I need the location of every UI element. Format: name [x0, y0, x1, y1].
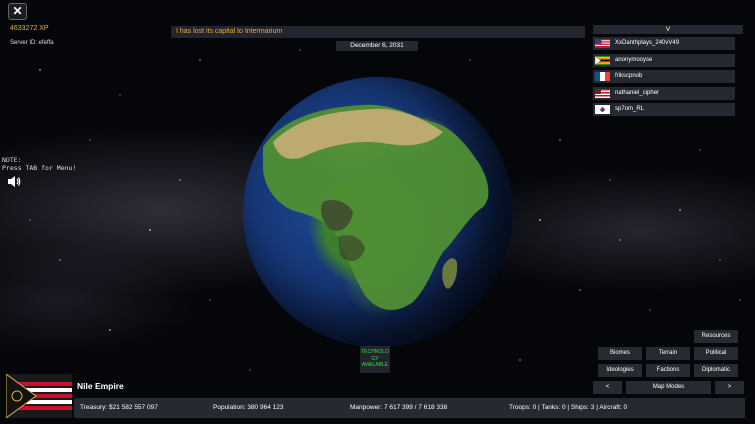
player-name: frikscpnob: [615, 73, 643, 79]
terrain-map-mode-button[interactable]: Terrain: [646, 347, 690, 360]
custom-flag-icon: [595, 89, 610, 98]
player-list-item[interactable]: sp7om_RL: [593, 103, 735, 116]
player-list-item[interactable]: nathaniel_cipher: [593, 87, 735, 100]
player-name: XxDanthplays_240vV49: [615, 40, 680, 46]
diplomatic-map-mode-button[interactable]: Diplomatic: [694, 364, 738, 377]
biomes-map-mode-button[interactable]: Biomes: [598, 347, 642, 360]
technology-available-notice[interactable]: TECHNOLO GY AVAILABLE: [360, 346, 390, 373]
game-date: December 6, 2031: [336, 41, 418, 51]
speaker-icon[interactable]: [7, 175, 21, 188]
xp-counter: 4633272 XP: [10, 25, 49, 32]
resources-map-mode-button[interactable]: Resources: [694, 330, 738, 343]
factions-map-mode-button[interactable]: Factions: [646, 364, 690, 377]
server-id: Server ID: efeffa: [10, 40, 54, 46]
map-mode-prev-button[interactable]: <: [593, 381, 622, 394]
notification-banner: I has lost its capital to Intermarium: [171, 26, 585, 38]
south-korea-flag-icon: [595, 105, 610, 114]
france-flag-icon: [595, 72, 610, 81]
political-map-mode-button[interactable]: Political: [694, 347, 738, 360]
nation-stats-bar: Treasury: $21 582 557 097 Population: 38…: [74, 398, 745, 418]
zimbabwe-flag-icon: [595, 56, 610, 65]
player-name: sp7om_RL: [615, 106, 645, 112]
map-modes-label: Map Modes: [626, 381, 711, 394]
player-name: nathaniel_cipher: [615, 90, 660, 96]
close-button[interactable]: ✕: [8, 3, 27, 20]
ideologies-map-mode-button[interactable]: Ideologies: [598, 364, 642, 377]
nation-flag[interactable]: [6, 374, 72, 418]
military-stat: Troops: 0 | Tanks: 0 | Ships: 3 | Aircra…: [509, 404, 628, 411]
africa-landmass: [263, 104, 489, 310]
player-list-item[interactable]: XxDanthplays_240vV49: [593, 37, 735, 50]
player-list-item[interactable]: anonymooyse: [593, 54, 735, 67]
map-mode-next-button[interactable]: >: [715, 381, 744, 394]
player-list-item[interactable]: frikscpnob: [593, 70, 735, 83]
usa-flag-icon: [595, 39, 610, 48]
population-stat: Population: 380 964 123: [213, 404, 284, 411]
player-list-toggle[interactable]: V: [593, 25, 743, 34]
nation-name: Nile Empire: [77, 381, 124, 391]
treasury-stat: Treasury: $21 582 557 097: [80, 404, 158, 411]
menu-note: NOTE: Press TAB for Menu!: [2, 156, 77, 172]
player-name: anonymooyse: [615, 57, 653, 63]
manpower-stat: Manpower: 7 617 399 / 7 618 338: [350, 404, 448, 411]
